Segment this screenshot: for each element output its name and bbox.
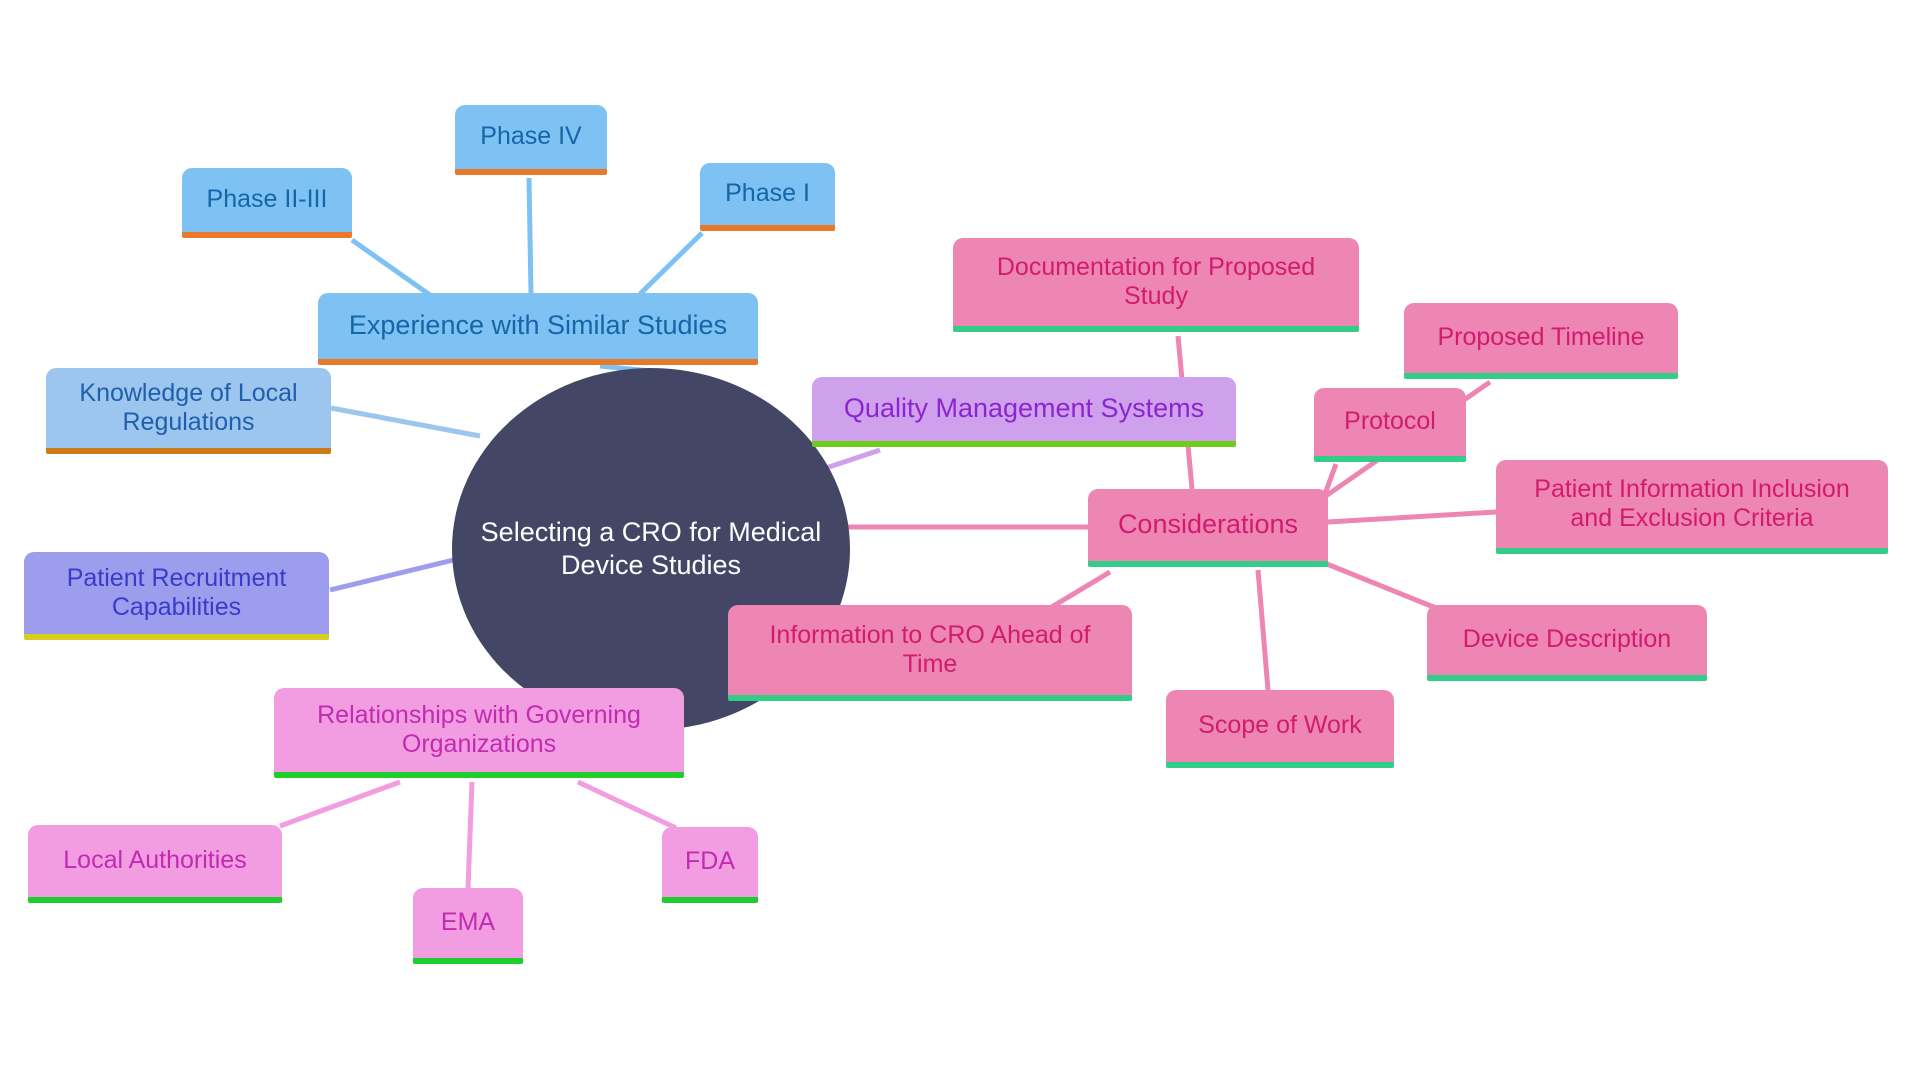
node-scope-of-work[interactable]: Scope of Work xyxy=(1166,690,1394,768)
connector-relationships-to-fda xyxy=(576,779,678,831)
node-label-scope-of-work: Scope of Work xyxy=(1198,711,1362,740)
node-device-description[interactable]: Device Description xyxy=(1427,605,1707,681)
node-fda[interactable]: FDA xyxy=(662,827,758,903)
node-label-knowledge-regulations: Knowledge of Local Regulations xyxy=(79,378,298,437)
node-ema[interactable]: EMA xyxy=(413,888,523,964)
node-label-phase-2-3: Phase II-III xyxy=(206,185,328,214)
connector-considerations-to-patient-criteria xyxy=(1327,509,1497,525)
node-label-documentation: Documentation for Proposed Study xyxy=(996,252,1316,311)
connector-root-to-knowledge-regulations xyxy=(330,405,481,439)
node-label-information-ahead: Information to CRO Ahead of Time xyxy=(769,620,1091,679)
node-phase-4[interactable]: Phase IV xyxy=(455,105,607,175)
node-local-authorities[interactable]: Local Authorities xyxy=(28,825,282,903)
node-documentation[interactable]: Documentation for Proposed Study xyxy=(953,238,1359,332)
connector-experience-to-phase-2-3 xyxy=(350,237,432,298)
node-label-relationships: Relationships with Governing Organizatio… xyxy=(317,700,641,759)
node-considerations[interactable]: Considerations xyxy=(1088,489,1328,567)
node-label-ema: EMA xyxy=(440,908,496,937)
node-proposed-timeline[interactable]: Proposed Timeline xyxy=(1404,303,1678,379)
connector-considerations-to-scope-of-work xyxy=(1255,569,1271,691)
mindmap-canvas: Selecting a CRO for Medical Device Studi… xyxy=(0,0,1920,1080)
node-quality-management[interactable]: Quality Management Systems xyxy=(812,377,1236,447)
connector-root-to-quality-management xyxy=(819,447,881,473)
node-phase-2-3[interactable]: Phase II-III xyxy=(182,168,352,238)
node-phase-1[interactable]: Phase I xyxy=(700,163,835,231)
connector-considerations-to-device-description xyxy=(1321,559,1437,611)
node-label-device-description: Device Description xyxy=(1462,625,1672,654)
node-label-patient-recruitment: Patient Recruitment Capabilities xyxy=(66,563,287,622)
node-label-quality-management: Quality Management Systems xyxy=(843,393,1205,424)
node-label-proposed-timeline: Proposed Timeline xyxy=(1437,323,1645,352)
node-information-ahead[interactable]: Information to CRO Ahead of Time xyxy=(728,605,1132,701)
node-label-phase-4: Phase IV xyxy=(480,122,582,151)
node-label-protocol: Protocol xyxy=(1344,407,1436,436)
connector-relationships-to-ema xyxy=(465,781,475,889)
node-patient-criteria[interactable]: Patient Information Inclusion and Exclus… xyxy=(1496,460,1888,554)
node-relationships[interactable]: Relationships with Governing Organizatio… xyxy=(274,688,684,778)
node-label-patient-criteria: Patient Information Inclusion and Exclus… xyxy=(1534,474,1850,533)
node-label-experience: Experience with Similar Studies xyxy=(348,310,728,341)
node-label-local-authorities: Local Authorities xyxy=(63,846,247,875)
connector-experience-to-phase-4 xyxy=(526,177,534,294)
connector-root-to-patient-recruitment xyxy=(329,553,471,593)
connector-relationships-to-local-authorities xyxy=(279,779,401,829)
node-experience[interactable]: Experience with Similar Studies xyxy=(318,293,758,365)
node-label-considerations: Considerations xyxy=(1117,509,1299,540)
connector-experience-to-phase-1 xyxy=(638,231,704,296)
node-label-fda: FDA xyxy=(685,847,735,876)
node-knowledge-regulations[interactable]: Knowledge of Local Regulations xyxy=(46,368,331,454)
node-patient-recruitment[interactable]: Patient Recruitment Capabilities xyxy=(24,552,329,640)
node-label-root: Selecting a CRO for Medical Device Studi… xyxy=(480,517,822,580)
node-label-phase-1: Phase I xyxy=(725,179,810,208)
node-protocol[interactable]: Protocol xyxy=(1314,388,1466,462)
